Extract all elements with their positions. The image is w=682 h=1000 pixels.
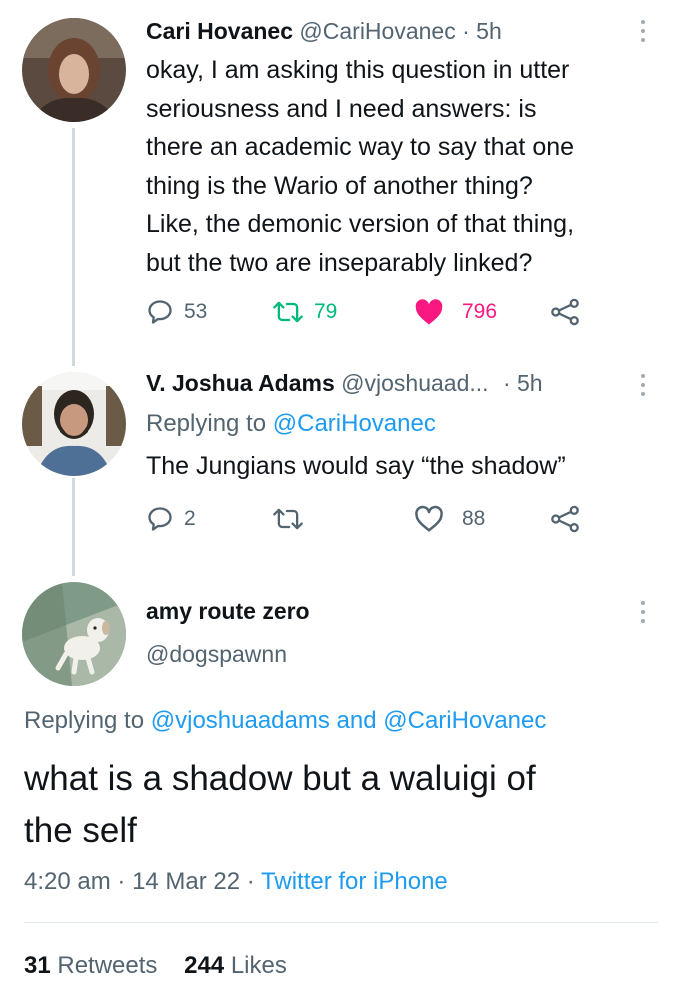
share-icon [551,298,579,326]
tweet2-more-icon[interactable] [640,374,646,401]
thread-line-1 [72,128,75,366]
tweet1-header: Cari Hovanec @CariHovanec · 5h [146,18,502,45]
retweets-stat[interactable]: 31 Retweets [24,952,157,979]
tweet1-text-line: Like, the demonic version of that thing, [146,210,575,238]
main-tweet-meta-separator: · [246,868,255,895]
tweet1-text-line: thing is the Wario of another thing? [146,171,533,200]
tweet2-text: The Jungians would say “the shadow” [146,452,566,480]
main-tweet-replying-label: Replying to [24,707,145,734]
reply-icon [148,300,172,324]
likes-stat[interactable]: 244 Likes [184,952,287,979]
tweet1-text-line: seriousness and I need answers: is [146,94,537,123]
tweet2-share-button[interactable] [550,505,580,533]
main-tweet-source[interactable]: Twitter for iPhone [261,868,448,895]
divider [24,922,658,923]
tweet2-author-handle[interactable]: @vjoshuaad... [341,370,488,396]
tweet1-author-name[interactable]: Cari Hovanec [146,18,293,44]
main-tweet-author-handle[interactable]: @dogspawnn [146,641,287,668]
avatar-amy-route-zero[interactable] [22,582,126,686]
tweet1-like-button[interactable]: 796 [414,298,497,326]
likes-count: 244 [184,952,225,979]
share-icon [551,505,579,533]
tweet1-text-line: okay, I am asking this question in utter [146,56,570,84]
main-tweet-mention-1[interactable]: @vjoshuaadams [151,707,330,734]
tweet1-more-icon[interactable] [640,20,646,47]
tweet2-mention[interactable]: @CariHovanec [273,410,436,437]
tweet2-like-count: 88 [462,507,486,530]
retweet-icon [273,301,303,323]
main-tweet-meta-separator: · [117,868,126,895]
tweet2-time[interactable]: 5h [517,370,543,396]
thread-line-2 [72,478,75,576]
retweets-label: Retweets [57,952,158,979]
tweet1-like-count: 796 [462,300,498,323]
tweet2-retweet-button[interactable] [272,505,314,533]
main-tweet-mention-2[interactable]: @CariHovanec [383,707,546,734]
tweet1-time[interactable]: 5h [476,18,502,44]
main-tweet-text: what is a shadow but a waluigi of the se… [24,753,664,857]
tweet2-author-name[interactable]: V. Joshua Adams [146,370,335,396]
main-tweet-mention-and: and [336,707,377,734]
avatar-v-joshua-adams[interactable] [22,372,126,476]
reply-icon [148,507,172,531]
tweet1-text: okay, I am asking this question in utter… [146,51,666,282]
tweet1-text-line: there an academic way to say that one [146,133,575,161]
tweet1-text-line: but the two are inseparably linked? [146,248,533,277]
tweet2-like-button[interactable]: 88 [414,505,485,533]
heart-icon [415,299,443,325]
main-tweet-date[interactable]: 14 Mar 22 [132,868,240,895]
main-tweet-replying-to: Replying to @vjoshuaadams and @CariHovan… [24,707,546,735]
tweet1-retweet-button[interactable]: 79 [272,298,337,326]
main-tweet-author-name[interactable]: amy route zero [146,598,310,625]
tweet1-retweet-count: 79 [314,300,338,323]
main-tweet-more-icon[interactable] [640,601,646,628]
tweet2-reply-button[interactable]: 2 [146,505,196,533]
tweet2-reply-count: 2 [184,507,196,530]
main-tweet-meta: 4:20 am · 14 Mar 22 · Twitter for iPhone [24,868,448,896]
tweet1-separator: · [462,18,470,44]
main-tweet-stats: 31 Retweets 244 Likes [24,952,287,980]
tweet2-header: V. Joshua Adams @vjoshuaad... · 5h [146,370,543,397]
tweet1-reply-button[interactable]: 53 [146,298,207,326]
main-tweet-text-line: the self [24,811,137,850]
main-tweet-text-line: what is a shadow but a waluigi of [24,759,536,798]
likes-label: Likes [230,952,287,979]
tweet1-reply-count: 53 [184,300,208,323]
tweet1-share-button[interactable] [550,298,580,326]
heart-outline-icon [415,505,443,532]
main-tweet-time[interactable]: 4:20 am [24,868,111,895]
tweet2-separator: · [502,370,511,396]
tweet2-replying-to: Replying to @CariHovanec [146,410,436,438]
tweet1-author-handle[interactable]: @CariHovanec [299,18,455,44]
retweets-count: 31 [24,952,51,979]
avatar-cari-hovanec[interactable] [22,18,126,122]
tweet2-replying-label: Replying to [146,410,267,437]
retweet-icon [273,508,303,530]
